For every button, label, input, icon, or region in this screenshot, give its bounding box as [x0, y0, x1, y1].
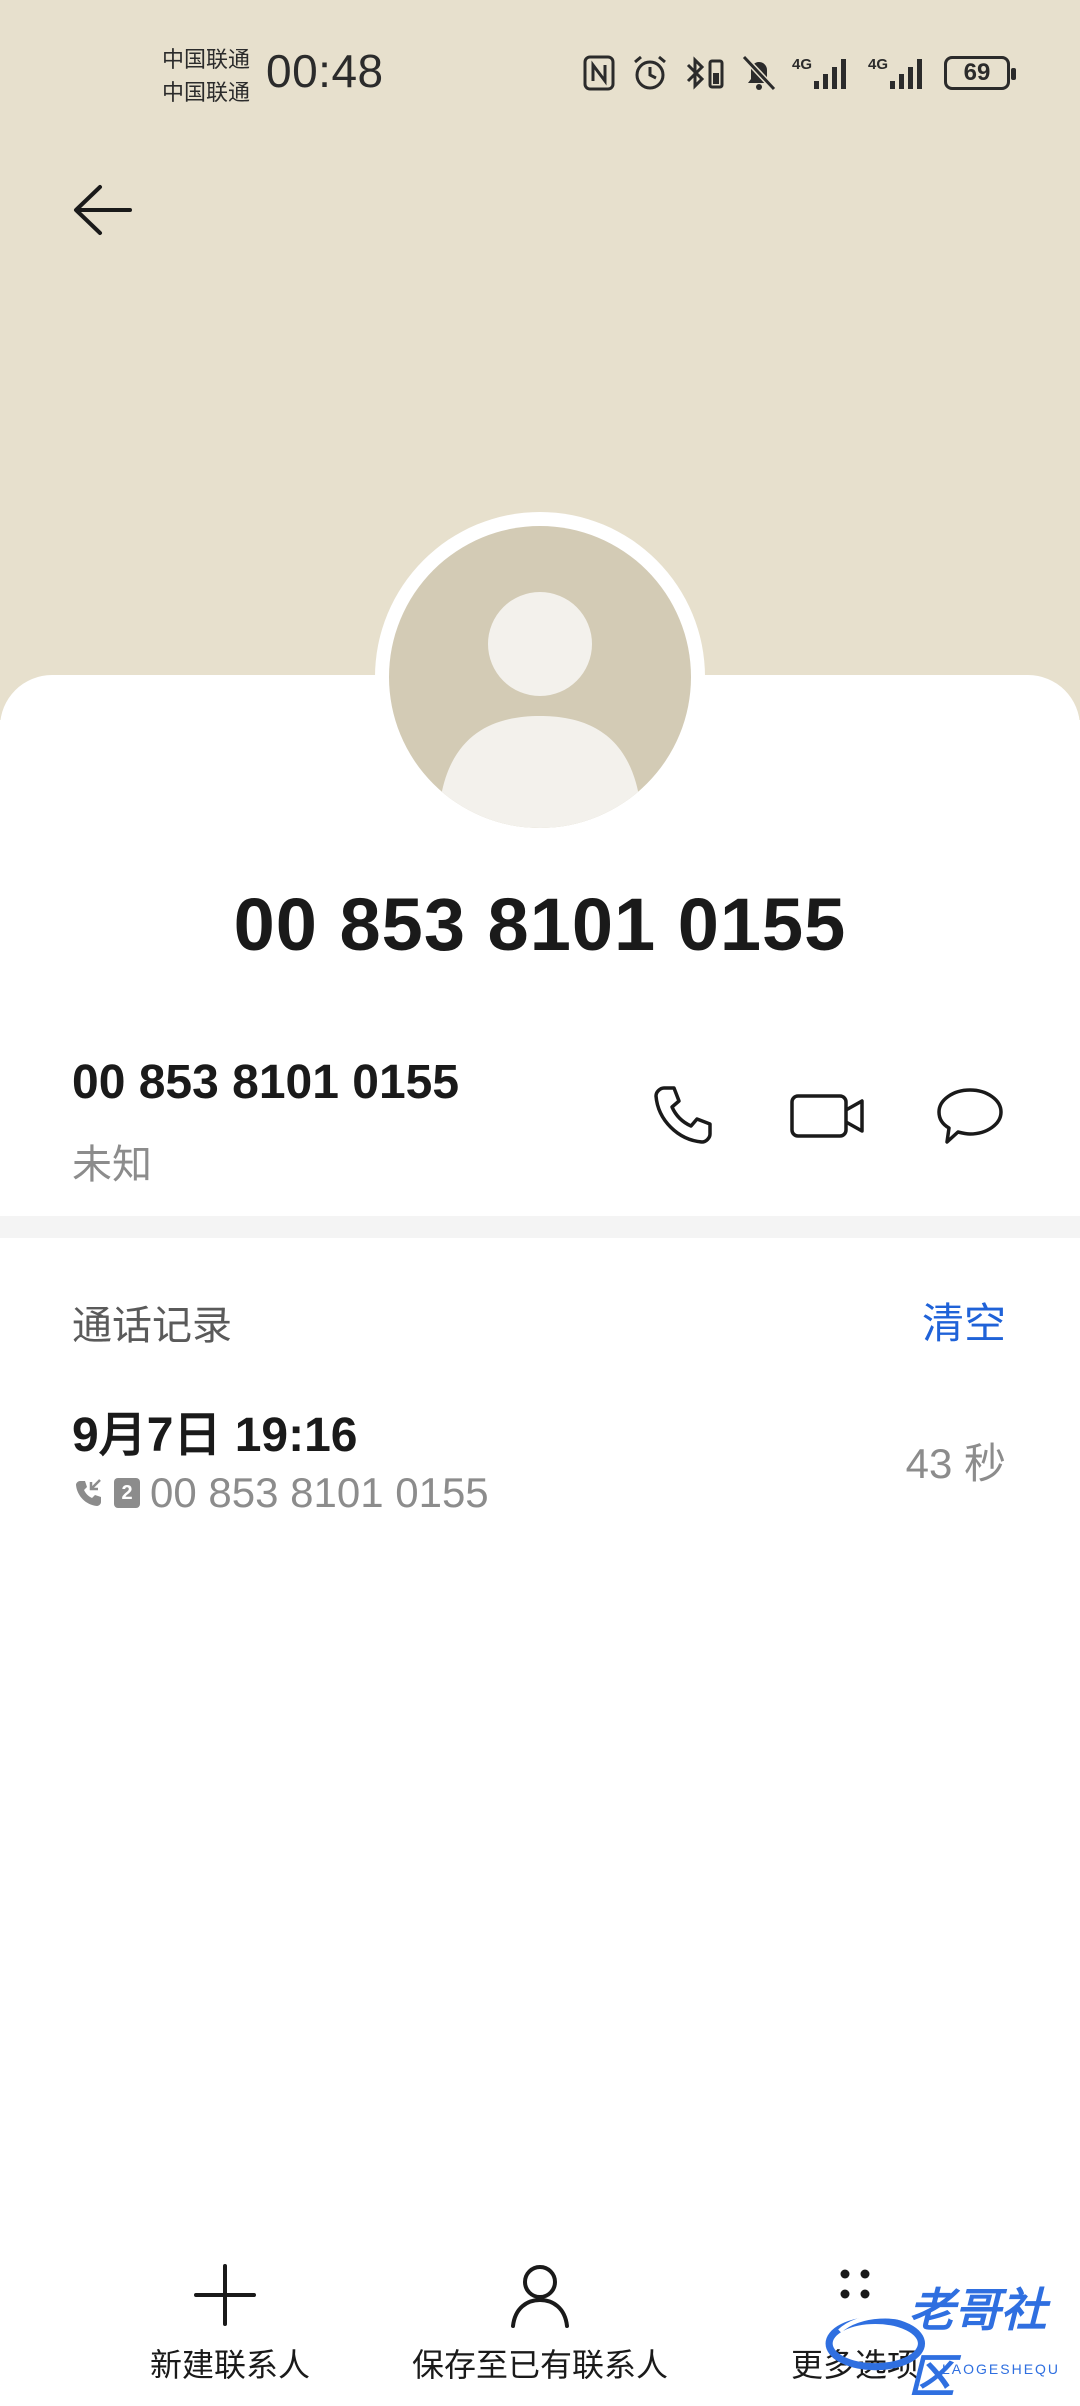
status-icons: 4G 4G 69 — [582, 48, 1016, 98]
status-time: 00:48 — [266, 45, 384, 97]
battery-indicator: 69 — [944, 56, 1016, 90]
watermark-subtext: LAOGESHEQU — [942, 2361, 1061, 2377]
carrier-1: 中国联通 — [162, 47, 251, 72]
clear-call-log-button[interactable]: 清空 — [922, 1290, 1006, 1351]
message-bubble-icon — [937, 1088, 1003, 1144]
watermark-text: 老哥社区 — [908, 2284, 1047, 2402]
call-log-title: 通话记录 — [72, 1304, 232, 1348]
carrier-2: 中国联通 — [162, 80, 251, 105]
avatar[interactable] — [389, 526, 691, 828]
video-camera-icon — [790, 1094, 864, 1138]
contact-title-number: 00 853 8101 0155 — [233, 883, 847, 966]
call-record-duration: 43 秒 — [905, 1440, 1006, 1487]
call-button[interactable] — [648, 1080, 718, 1150]
save-to-existing-contact-button[interactable]: 保存至已有联系人 — [410, 2260, 670, 2386]
phone-icon — [654, 1086, 712, 1144]
bluetooth-battery-icon — [684, 53, 726, 93]
video-call-button[interactable] — [788, 1080, 868, 1150]
back-arrow-icon — [74, 185, 132, 235]
person-icon — [511, 2265, 569, 2328]
new-contact-button[interactable]: 新建联系人 — [150, 2260, 311, 2386]
svg-text:4G: 4G — [792, 56, 812, 73]
phone-number[interactable]: 00 853 8101 0155 — [72, 1055, 459, 1110]
svg-text:4G: 4G — [868, 56, 888, 73]
watermark: 老哥社区 LAOGESHEQU — [822, 2284, 1072, 2402]
incoming-call-icon — [76, 1479, 101, 1506]
alarm-icon — [630, 53, 670, 93]
mute-bell-icon — [740, 53, 778, 93]
nfc-icon — [582, 54, 616, 92]
message-button[interactable] — [935, 1080, 1005, 1150]
call-record-detail: 2 00 853 8101 0155 — [72, 1468, 489, 1518]
default-avatar-icon — [441, 592, 639, 828]
signal-2-icon: 4G — [868, 53, 930, 93]
status-bar: 中国联通 中国联通 00:48 4G 4G 69 — [0, 0, 1080, 140]
sim-card-badge: 2 — [114, 1478, 140, 1508]
save-to-existing-contact-label: 保存至已有联系人 — [411, 2347, 668, 2383]
section-divider — [0, 1216, 1080, 1238]
signal-1-icon: 4G — [792, 53, 854, 93]
call-record-datetime: 9月7日 19:16 — [72, 1409, 358, 1462]
plus-icon — [194, 2264, 256, 2326]
call-record-number: 00 853 8101 0155 — [150, 1469, 489, 1516]
phone-number-label: 未知 — [72, 1143, 152, 1187]
battery-level: 69 — [963, 59, 991, 86]
new-contact-label: 新建联系人 — [150, 2347, 311, 2383]
back-button[interactable] — [68, 175, 148, 245]
